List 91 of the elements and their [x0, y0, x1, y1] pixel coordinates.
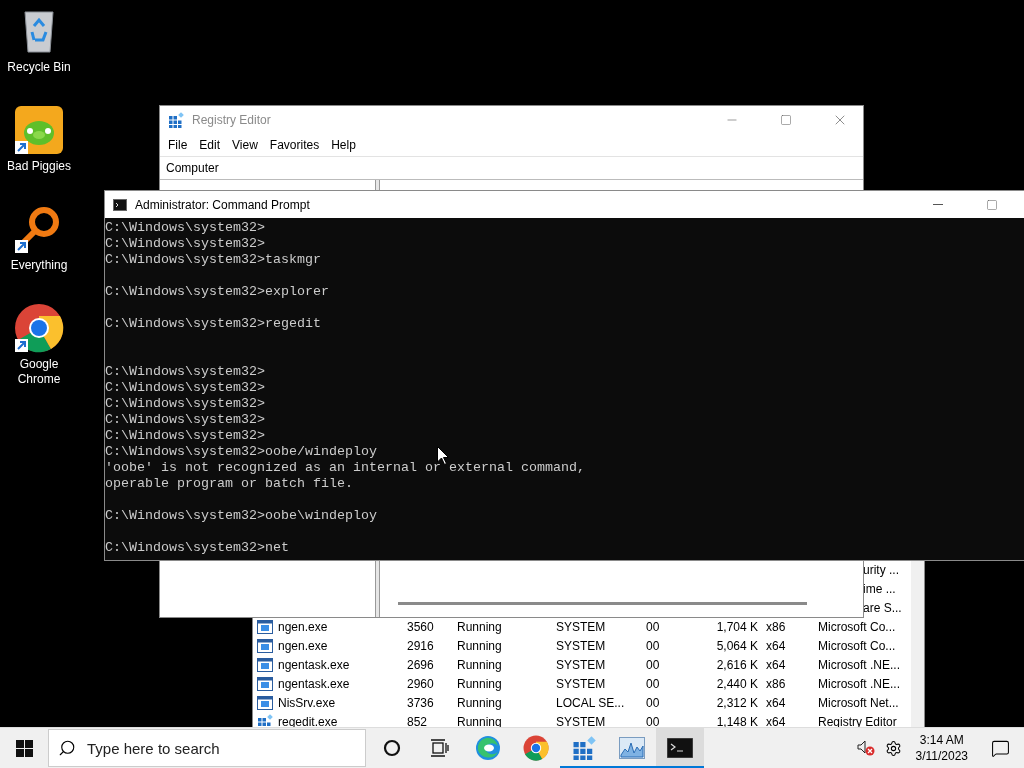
- table-cell-text: Microsoft Co...: [817, 619, 897, 634]
- table-cell-text: 00: [645, 657, 661, 672]
- application-icon: [257, 657, 273, 672]
- table-cell-text: Running: [456, 695, 503, 710]
- table-cell-text: Running: [456, 619, 503, 634]
- task-view-icon: [430, 739, 450, 757]
- table-cell-text: x64: [765, 638, 787, 653]
- muted-speaker-icon[interactable]: [856, 740, 875, 756]
- table-cell-text: SYSTEM: [555, 676, 607, 691]
- table-cell-text: 00: [645, 714, 661, 727]
- table-cell-text: 00: [645, 695, 661, 710]
- table-cell-text: Microsoft Co...: [817, 638, 897, 653]
- menu-item[interactable]: View: [226, 135, 264, 155]
- table-cell-text: 1,148 K: [715, 714, 759, 727]
- table-cell-text: 00: [645, 638, 661, 653]
- table-cell-text: 2696: [406, 657, 435, 672]
- table-cell-text: 1,704 K: [715, 619, 759, 634]
- taskbar-app-button[interactable]: [656, 728, 704, 768]
- search-field[interactable]: Type here to search: [48, 729, 366, 767]
- table-cell-text: LOCAL SE...: [555, 695, 626, 710]
- circle-icon: [383, 739, 401, 757]
- desktop-icon-label[interactable]: Everything: [10, 258, 68, 273]
- mouse-cursor-icon: [437, 446, 449, 465]
- table-cell-text: 2916: [406, 638, 435, 653]
- table-cell-text: NisSrv.exe: [277, 695, 337, 710]
- desktop-icon-label[interactable]: Recycle Bin: [7, 60, 71, 75]
- table-cell-text: 2,616 K: [715, 657, 759, 672]
- table-cell-text: SYSTEM: [555, 714, 607, 727]
- pig-icon[interactable]: [14, 105, 64, 155]
- table-cell-text: x64: [765, 657, 787, 672]
- table-cell-text: Microsoft .NE...: [817, 657, 901, 672]
- table-cell-text: 00: [645, 619, 661, 634]
- console-icon: [113, 198, 127, 211]
- console-output: C:\Windows\system32> C:\Windows\system32> C:\Windows\system32>taskmgr C:\Windows\system32>explorer C:\Windows\system32>regedit C:\Windows\system32> C:\Windows\system32> C:\Windows\system32> C:\Windows\system32> C:\Windows\system32> C:\Windows\system32>oobe/windeploy 'oobe' is not recognized as an internal or external command, operable program or batch file. C:\Windows\system32>oobe\windeploy C:\Windows\system32>net: [105, 218, 1024, 560]
- registry-icon: [572, 736, 596, 760]
- chrome-icon[interactable]: [14, 303, 64, 353]
- console-icon: [667, 738, 693, 758]
- table-cell-text: x64: [765, 695, 787, 710]
- table-cell-text: ngen.exe: [277, 619, 329, 634]
- application-icon: [257, 695, 273, 710]
- table-cell-text: SYSTEM: [555, 657, 607, 672]
- table-cell-text: ime ...: [863, 581, 897, 596]
- address-bar[interactable]: Computer: [160, 156, 863, 180]
- table-cell-text: 2,312 K: [715, 695, 759, 710]
- application-icon: [257, 676, 273, 691]
- notifications-icon[interactable]: [990, 738, 1010, 758]
- table-cell-text: Running: [456, 676, 503, 691]
- table-cell-text: ngentask.exe: [277, 657, 351, 672]
- desktop-icon-label[interactable]: Bad Piggies: [6, 159, 71, 174]
- menu-item[interactable]: Favorites: [263, 135, 326, 155]
- table-cell-text: Running: [456, 638, 503, 653]
- table-cell-text: urity ...: [863, 562, 900, 577]
- window-title: Registry Editor: [192, 113, 272, 127]
- scrollbar-thumb[interactable]: [398, 601, 807, 605]
- menu-item[interactable]: Help: [325, 135, 362, 155]
- desktop-icon-label[interactable]: Google Chrome: [0, 357, 78, 387]
- table-cell-text: ngen.exe: [277, 638, 329, 653]
- performance-graph-icon: [619, 737, 645, 759]
- table-cell-text: 852: [406, 714, 429, 727]
- application-icon: [257, 638, 273, 653]
- table-cell-text: 3736: [406, 695, 435, 710]
- table-cell-text: Microsoft .NE...: [817, 676, 901, 691]
- table-cell-text: x86: [765, 676, 787, 691]
- table-cell-text: 5,064 K: [715, 638, 759, 653]
- table-cell-text: Microsoft Net...: [817, 695, 900, 710]
- table-cell-text: SYSTEM: [555, 638, 607, 653]
- table-cell-text: ngentask.exe: [277, 676, 351, 691]
- maximize-icon: [780, 114, 792, 126]
- menu-item[interactable]: File: [162, 135, 194, 155]
- table-cell-text: x86: [765, 619, 787, 634]
- window-title: Administrator: Command Prompt: [135, 197, 311, 212]
- table-cell-text: 00: [645, 676, 661, 691]
- table-cell-text: 2960: [406, 676, 435, 691]
- table-cell-text: Running: [456, 657, 503, 672]
- menu-item[interactable]: Edit: [193, 135, 227, 155]
- clock[interactable]: 3:14 AM 3/11/2023: [907, 732, 976, 764]
- edge-icon: [475, 735, 501, 761]
- minimize-icon: [933, 204, 943, 205]
- maximize-icon: [986, 198, 998, 211]
- chrome-icon: [523, 735, 549, 761]
- search-icon: [58, 739, 76, 757]
- table-cell-text: are S...: [863, 600, 903, 615]
- scrollbar[interactable]: [911, 560, 924, 727]
- registry-icon: [168, 112, 184, 128]
- application-icon: [257, 619, 273, 634]
- table-cell-text: 3560: [406, 619, 435, 634]
- table-cell-text: 2,440 K: [715, 676, 759, 691]
- table-cell-text: x64: [765, 714, 787, 727]
- settings-icon[interactable]: [885, 739, 902, 757]
- table-cell-text: SYSTEM: [555, 619, 607, 634]
- windows-logo-icon: [15, 739, 33, 757]
